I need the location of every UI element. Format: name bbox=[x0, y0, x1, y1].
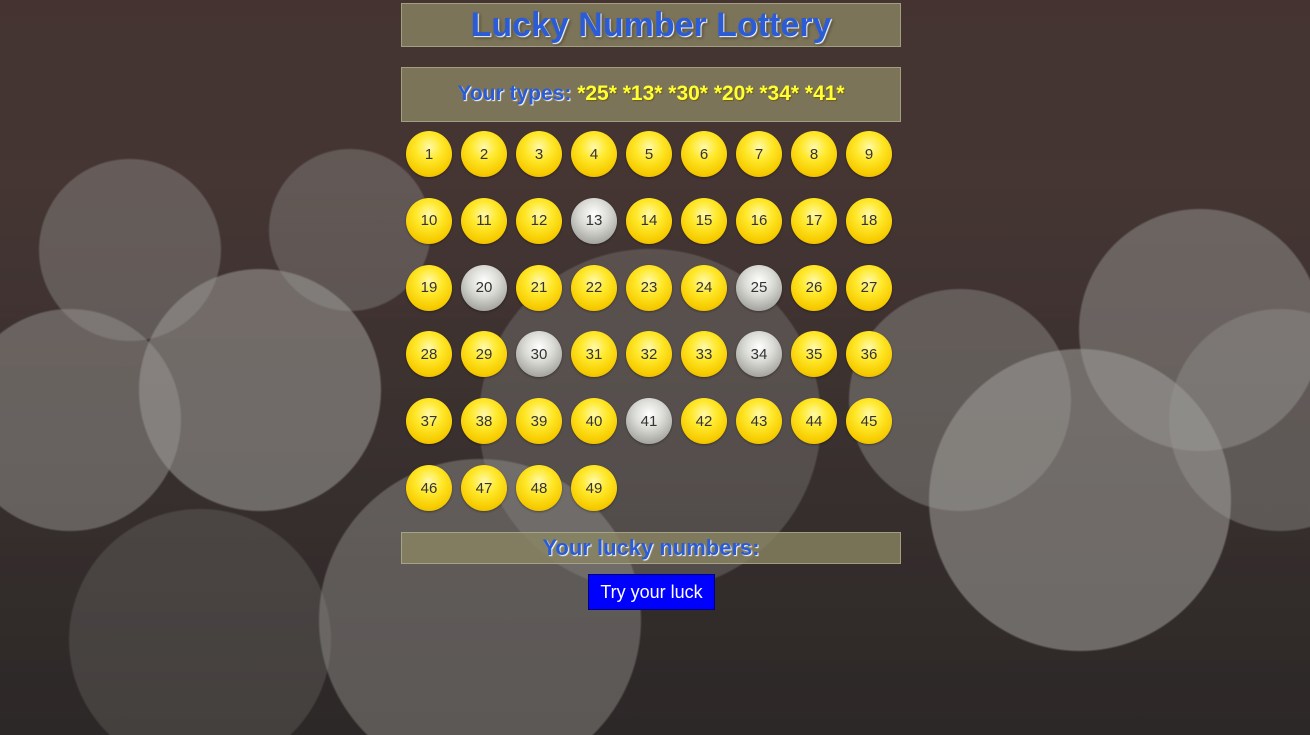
number-ball-17[interactable]: 17 bbox=[791, 197, 837, 244]
number-ball-4[interactable]: 4 bbox=[571, 131, 617, 177]
number-ball-39[interactable]: 39 bbox=[516, 398, 562, 445]
number-ball-41[interactable]: 41 bbox=[626, 398, 672, 445]
number-ball-10[interactable]: 10 bbox=[406, 197, 452, 244]
number-ball-23[interactable]: 23 bbox=[626, 264, 672, 311]
number-ball-27[interactable]: 27 bbox=[846, 264, 892, 311]
title-banner: Lucky Number Lottery bbox=[401, 3, 901, 47]
number-ball-26[interactable]: 26 bbox=[791, 264, 837, 311]
number-ball-47[interactable]: 47 bbox=[461, 465, 507, 511]
number-ball-37[interactable]: 37 bbox=[406, 398, 452, 445]
types-banner: Your types: *25* *13* *30* *20* *34* *41… bbox=[401, 67, 901, 122]
number-ball-45[interactable]: 45 bbox=[846, 398, 892, 445]
number-ball-8[interactable]: 8 bbox=[791, 131, 837, 177]
number-ball-2[interactable]: 2 bbox=[461, 131, 507, 177]
number-ball-43[interactable]: 43 bbox=[736, 398, 782, 445]
number-ball-3[interactable]: 3 bbox=[516, 131, 562, 177]
number-ball-11[interactable]: 11 bbox=[461, 197, 507, 244]
number-ball-9[interactable]: 9 bbox=[846, 131, 892, 177]
number-ball-49[interactable]: 49 bbox=[571, 465, 617, 511]
number-ball-19[interactable]: 19 bbox=[406, 264, 452, 311]
number-ball-42[interactable]: 42 bbox=[681, 398, 727, 445]
number-ball-6[interactable]: 6 bbox=[681, 131, 727, 177]
number-ball-15[interactable]: 15 bbox=[681, 197, 727, 244]
page-title: Lucky Number Lottery bbox=[470, 6, 832, 44]
types-values: *25* *13* *30* *20* *34* *41* bbox=[577, 82, 845, 105]
number-ball-12[interactable]: 12 bbox=[516, 197, 562, 244]
lucky-numbers-banner: Your lucky numbers: bbox=[401, 532, 901, 564]
number-ball-22[interactable]: 22 bbox=[571, 264, 617, 311]
number-ball-18[interactable]: 18 bbox=[846, 197, 892, 244]
number-ball-5[interactable]: 5 bbox=[626, 131, 672, 177]
number-ball-24[interactable]: 24 bbox=[681, 264, 727, 311]
number-ball-40[interactable]: 40 bbox=[571, 398, 617, 445]
number-ball-20[interactable]: 20 bbox=[461, 264, 507, 311]
number-ball-21[interactable]: 21 bbox=[516, 264, 562, 311]
number-ball-7[interactable]: 7 bbox=[736, 131, 782, 177]
number-ball-25[interactable]: 25 bbox=[736, 264, 782, 311]
number-ball-1[interactable]: 1 bbox=[406, 131, 452, 177]
lucky-numbers-label: Your lucky numbers: bbox=[542, 535, 760, 560]
number-ball-46[interactable]: 46 bbox=[406, 465, 452, 511]
number-ball-13[interactable]: 13 bbox=[571, 197, 617, 244]
types-label: Your types: bbox=[457, 82, 572, 105]
number-ball-48[interactable]: 48 bbox=[516, 465, 562, 511]
try-your-luck-button[interactable]: Try your luck bbox=[588, 574, 715, 610]
number-ball-38[interactable]: 38 bbox=[461, 398, 507, 445]
number-ball-44[interactable]: 44 bbox=[791, 398, 837, 445]
number-ball-16[interactable]: 16 bbox=[736, 197, 782, 244]
number-ball-14[interactable]: 14 bbox=[626, 197, 672, 244]
